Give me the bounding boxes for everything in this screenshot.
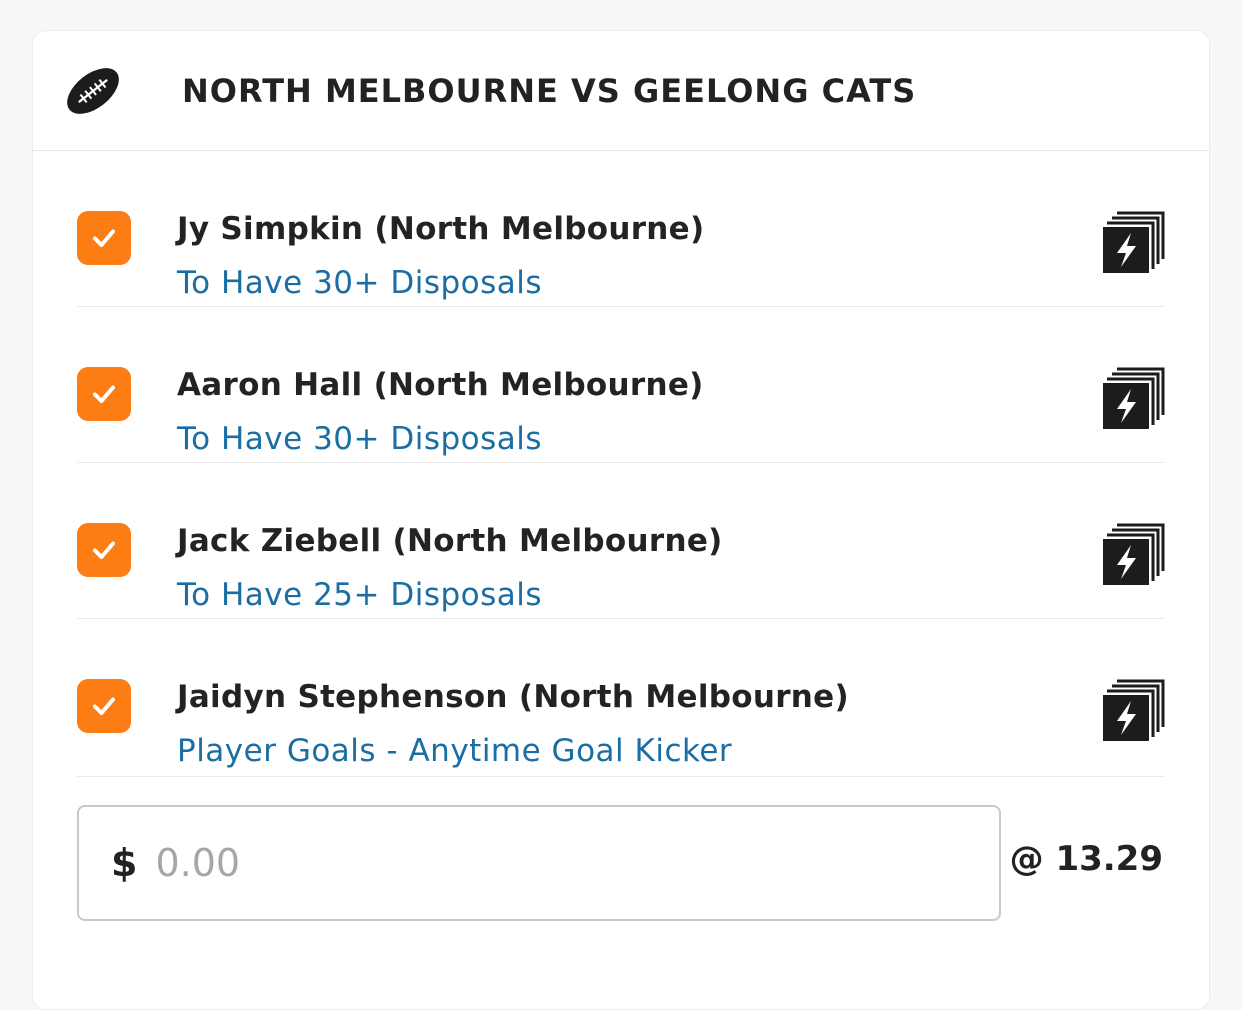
leg-checkbox[interactable] xyxy=(77,679,131,733)
player-name: Jaidyn Stephenson (North Melbourne) xyxy=(177,679,849,715)
leg-row: Jy Simpkin (North Melbourne) To Have 30+… xyxy=(77,151,1165,307)
market-link[interactable]: To Have 30+ Disposals xyxy=(177,421,542,457)
checkmark-icon xyxy=(93,541,115,559)
leg-checkbox[interactable] xyxy=(77,523,131,577)
bet-card: NORTH MELBOURNE VS GEELONG CATS Jy Simpk… xyxy=(32,30,1210,1010)
card-header: NORTH MELBOURNE VS GEELONG CATS xyxy=(33,31,1209,151)
leg-row: Aaron Hall (North Melbourne) To Have 30+… xyxy=(77,307,1165,463)
checkmark-icon xyxy=(93,385,115,403)
checkmark-icon xyxy=(93,697,115,715)
leg-checkbox[interactable] xyxy=(77,367,131,421)
leg-checkbox[interactable] xyxy=(77,211,131,265)
same-game-multi-icon[interactable] xyxy=(1103,367,1165,429)
market-link[interactable]: To Have 25+ Disposals xyxy=(177,577,542,613)
same-game-multi-icon[interactable] xyxy=(1103,211,1165,273)
market-link[interactable]: To Have 30+ Disposals xyxy=(177,265,542,301)
stake-field[interactable]: $ xyxy=(77,805,1001,921)
player-name: Jack Ziebell (North Melbourne) xyxy=(177,523,723,559)
currency-symbol: $ xyxy=(111,841,138,885)
player-name: Aaron Hall (North Melbourne) xyxy=(177,367,704,403)
player-name: Jy Simpkin (North Melbourne) xyxy=(177,211,705,247)
match-title: NORTH MELBOURNE VS GEELONG CATS xyxy=(182,71,917,110)
football-icon xyxy=(67,67,119,114)
leg-row: Jack Ziebell (North Melbourne) To Have 2… xyxy=(77,463,1165,619)
stake-row: $ @ 13.29 xyxy=(33,777,1209,937)
stake-input[interactable] xyxy=(155,841,856,885)
legs-list: Jy Simpkin (North Melbourne) To Have 30+… xyxy=(33,151,1209,777)
checkmark-icon xyxy=(93,229,115,247)
market-link[interactable]: Player Goals - Anytime Goal Kicker xyxy=(177,733,732,769)
leg-row: Jaidyn Stephenson (North Melbourne) Play… xyxy=(77,619,1165,777)
same-game-multi-icon[interactable] xyxy=(1103,523,1165,585)
same-game-multi-icon[interactable] xyxy=(1103,679,1165,741)
odds-value: @ 13.29 xyxy=(1009,839,1163,879)
